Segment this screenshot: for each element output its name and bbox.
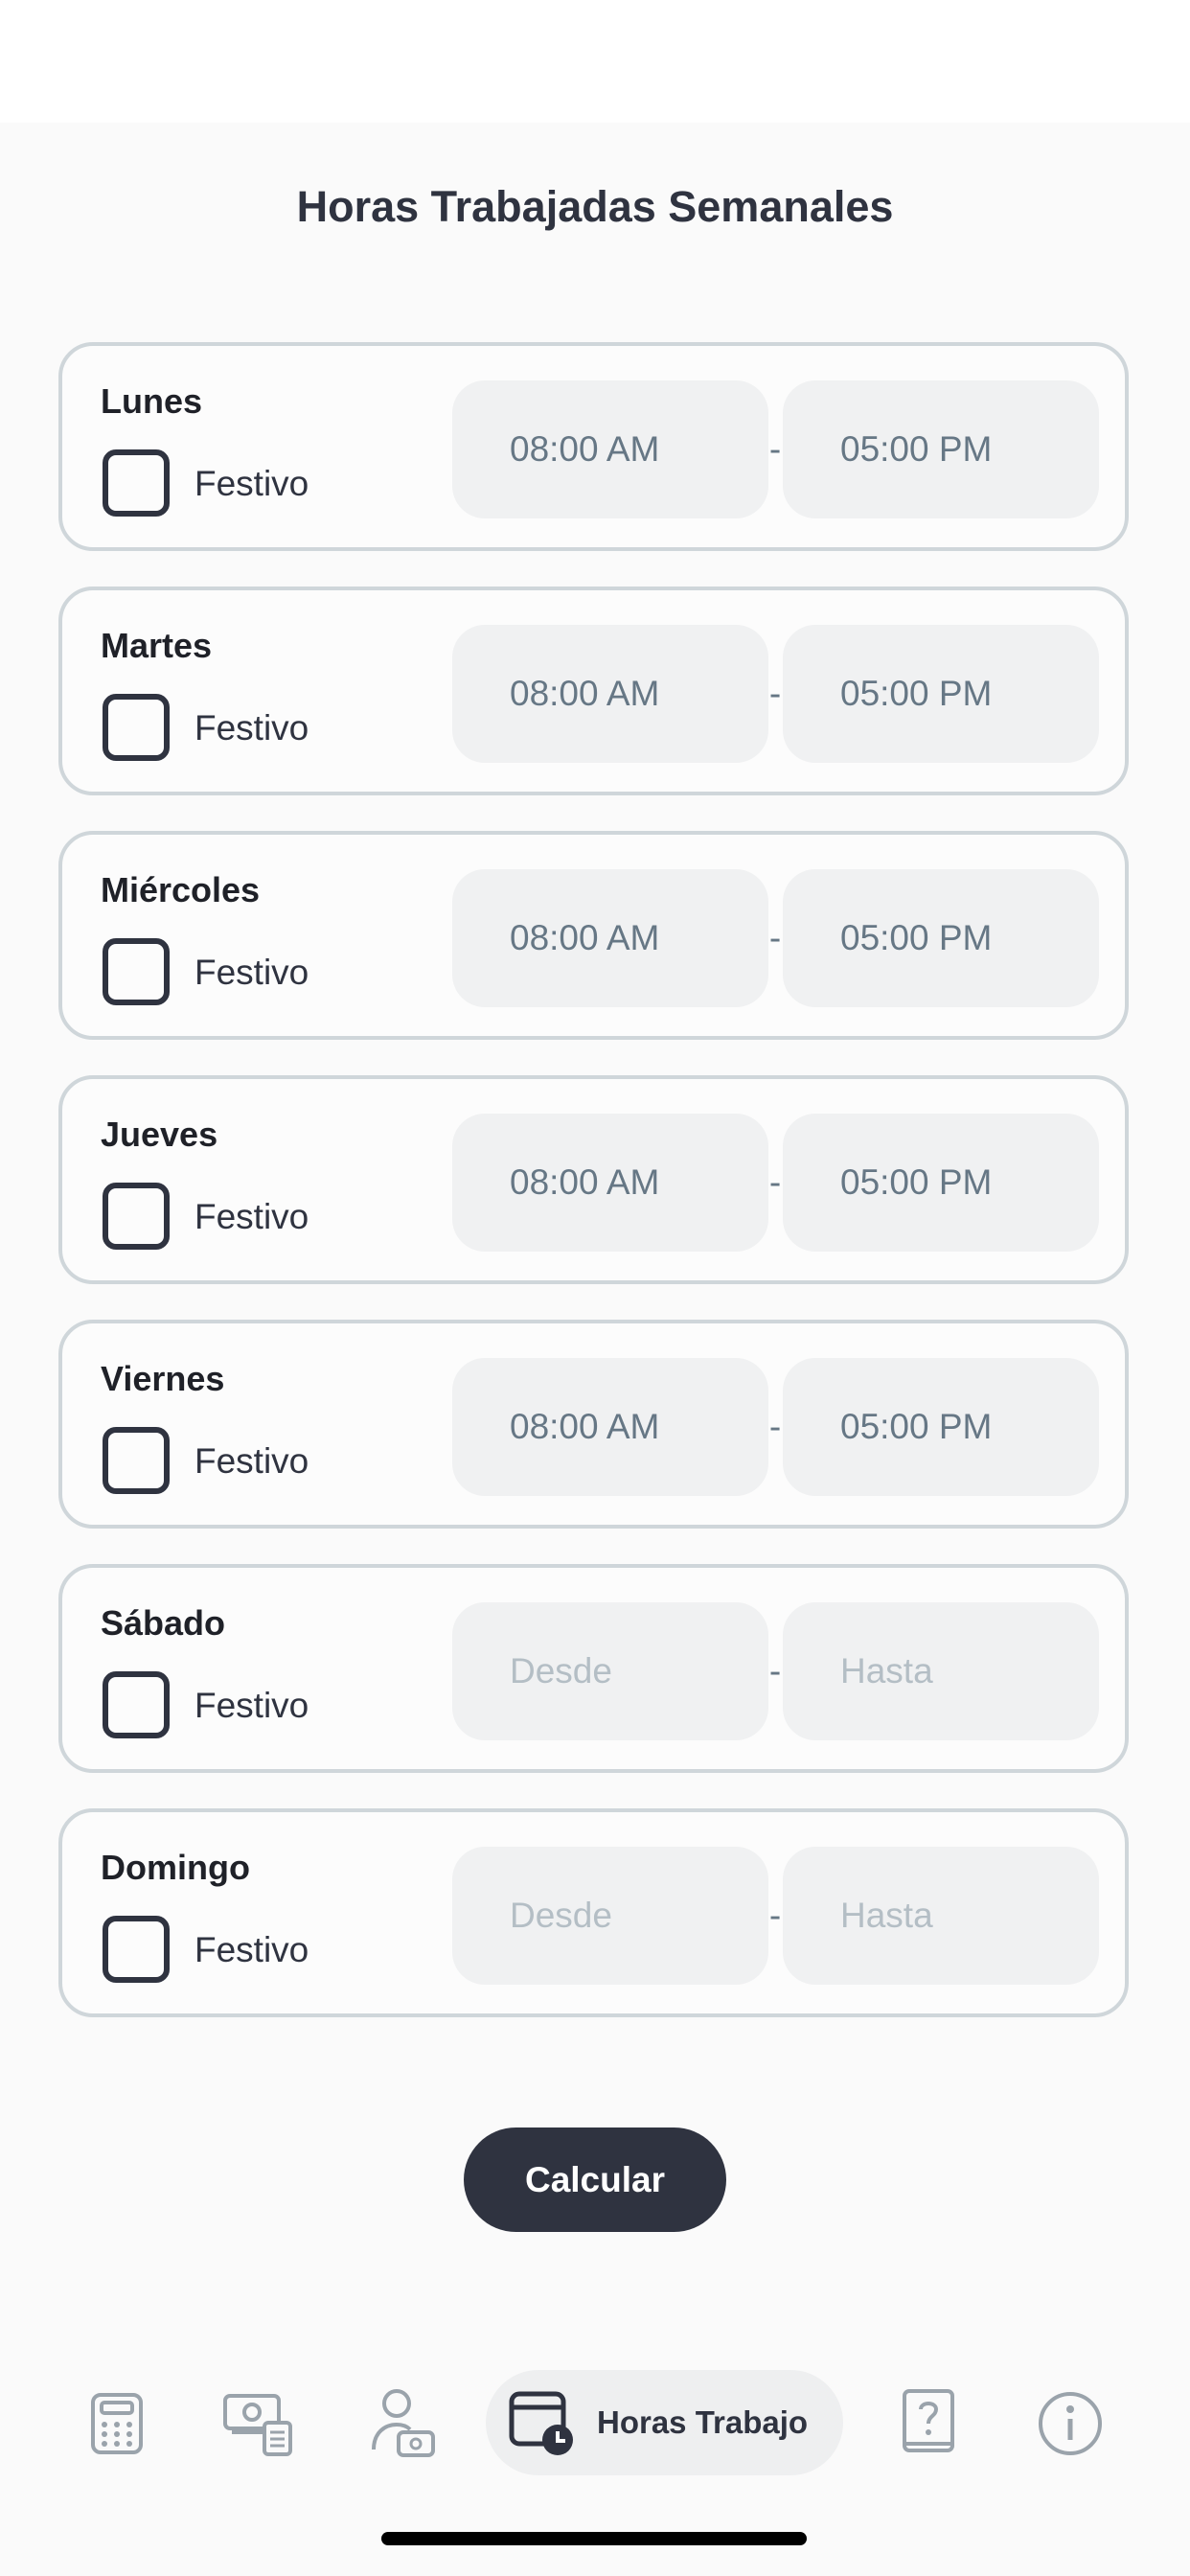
end-time-field[interactable]: 05:00 PM: [783, 380, 1099, 518]
festivo-checkbox[interactable]: [103, 449, 170, 517]
festivo-checkbox[interactable]: [103, 1916, 170, 1983]
nav-info[interactable]: [1037, 2390, 1104, 2457]
time-separator: -: [768, 1896, 782, 1935]
day-card-viernes: Viernes Festivo 08:00 AM - 05:00 PM: [58, 1320, 1129, 1529]
day-card-domingo: Domingo Festivo Desde - Hasta: [58, 1808, 1129, 2017]
day-card-miercoles: Miércoles Festivo 08:00 AM - 05:00 PM: [58, 831, 1129, 1040]
nav-employee-pay[interactable]: [370, 2388, 437, 2459]
start-time-field[interactable]: 08:00 AM: [452, 869, 768, 1007]
help-book-icon: [903, 2389, 954, 2452]
day-name: Domingo: [101, 1848, 250, 1887]
nav-calculator[interactable]: [86, 2392, 148, 2455]
festivo-label: Festivo: [195, 464, 309, 503]
start-time-field[interactable]: Desde: [452, 1847, 768, 1985]
start-time-field[interactable]: 08:00 AM: [452, 380, 768, 518]
festivo-checkbox[interactable]: [103, 694, 170, 761]
page-title: Horas Trabajadas Semanales: [296, 182, 894, 231]
festivo-label: Festivo: [195, 1686, 309, 1725]
home-indicator: [381, 2532, 807, 2545]
info-icon: [1039, 2392, 1102, 2455]
end-time-field[interactable]: 05:00 PM: [783, 625, 1099, 763]
day-card-jueves: Jueves Festivo 08:00 AM - 05:00 PM: [58, 1075, 1129, 1284]
end-time-field[interactable]: Hasta: [783, 1847, 1099, 1985]
day-card-lunes: Lunes Festivo 08:00 AM - 05:00 PM: [58, 342, 1129, 551]
time-separator: -: [768, 1407, 782, 1446]
festivo-label: Festivo: [195, 708, 309, 748]
end-time-field[interactable]: 05:00 PM: [783, 1114, 1099, 1252]
time-separator: -: [768, 674, 782, 713]
festivo-label: Festivo: [195, 953, 309, 992]
calculator-icon: [91, 2393, 143, 2454]
nav-help[interactable]: [901, 2388, 958, 2457]
day-name: Miércoles: [101, 870, 261, 909]
calculate-button[interactable]: Calcular: [464, 2128, 726, 2232]
day-name: Jueves: [101, 1115, 218, 1154]
time-separator: -: [768, 429, 782, 469]
day-card-sabado: Sábado Festivo Desde - Hasta: [58, 1564, 1129, 1773]
day-name: Viernes: [101, 1359, 225, 1398]
day-name: Sábado: [101, 1603, 226, 1643]
time-separator: -: [768, 1162, 782, 1202]
calendar-clock-icon: [509, 2391, 573, 2455]
money-calculator-icon: [223, 2394, 292, 2456]
nav-salary-calc[interactable]: [222, 2390, 293, 2457]
start-time-field[interactable]: 08:00 AM: [452, 1358, 768, 1496]
time-separator: -: [768, 1651, 782, 1690]
festivo-checkbox[interactable]: [103, 1183, 170, 1250]
festivo-label: Festivo: [195, 1197, 309, 1236]
day-card-martes: Martes Festivo 08:00 AM - 05:00 PM: [58, 586, 1129, 795]
festivo-checkbox[interactable]: [103, 938, 170, 1005]
festivo-checkbox[interactable]: [103, 1427, 170, 1494]
day-name: Lunes: [101, 381, 203, 421]
start-time-field[interactable]: 08:00 AM: [452, 625, 768, 763]
festivo-label: Festivo: [195, 1441, 309, 1481]
end-time-field[interactable]: Hasta: [783, 1602, 1099, 1740]
status-bar-area: [0, 0, 1190, 123]
start-time-field[interactable]: 08:00 AM: [452, 1114, 768, 1252]
day-name: Martes: [101, 626, 213, 665]
end-time-field[interactable]: 05:00 PM: [783, 869, 1099, 1007]
end-time-field[interactable]: 05:00 PM: [783, 1358, 1099, 1496]
start-time-field[interactable]: Desde: [452, 1602, 768, 1740]
time-separator: -: [768, 918, 782, 957]
nav-active-label: Horas Trabajo: [597, 2404, 809, 2440]
user-money-icon: [372, 2389, 435, 2457]
nav-horas-trabajo[interactable]: Horas Trabajo: [486, 2370, 843, 2475]
festivo-label: Festivo: [195, 1930, 309, 1969]
festivo-checkbox[interactable]: [103, 1671, 170, 1738]
